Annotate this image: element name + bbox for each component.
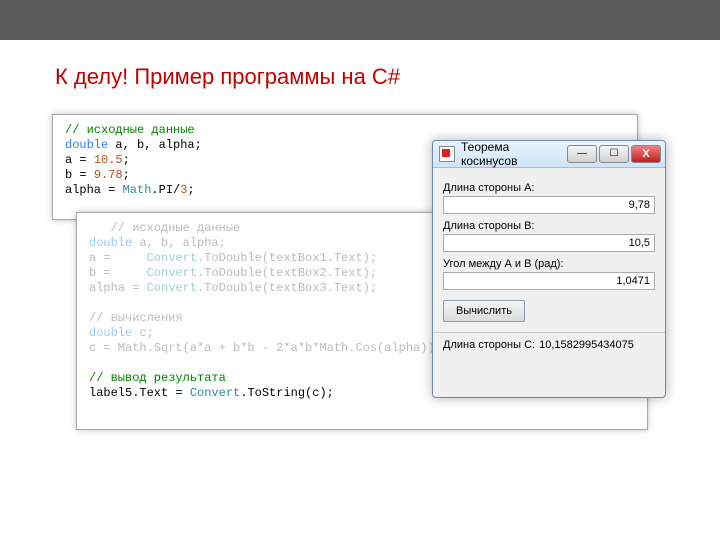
code-class: Math [123,183,152,197]
top-bar [0,0,720,40]
code-text: a = [65,153,94,167]
winform-body: Длина стороны А: Длина стороны B: Угол м… [433,168,665,361]
input-side-b[interactable] [443,234,655,252]
code-text: ; [187,183,194,197]
code-text: c = Math.Sqrt(a*a + b*b - 2*a*b*Math.Cos… [89,341,442,355]
winform-caption: Теорема косинусов [461,140,565,168]
code-text: ; [123,153,130,167]
code-keyword: double [89,326,132,340]
code-keyword: double [89,236,132,250]
code-comment: // исходные данные [89,221,240,235]
code-text: .PI/ [151,183,180,197]
code-class: Convert [147,251,197,265]
label-side-b: Длина стороны B: [443,220,655,232]
label-angle: Угол между А и В (рад): [443,258,655,270]
app-icon [439,146,455,162]
code-text: .ToString(c); [240,386,334,400]
code-class: Convert [147,266,197,280]
input-side-a[interactable] [443,196,655,214]
label-side-c: Длина стороны C: [443,339,535,351]
label-side-a: Длина стороны А: [443,182,655,194]
code-text: a = [89,251,147,265]
code-text: a, b, alpha; [132,236,226,250]
winform-titlebar: Теорема косинусов — ☐ X [433,141,665,168]
code-number: 10.5 [94,153,123,167]
winform-window: Теорема косинусов — ☐ X Длина стороны А:… [432,140,666,398]
code-text: a, b, alpha; [108,138,202,152]
close-button[interactable]: X [631,145,661,163]
value-side-c: 10,1582995434075 [539,339,634,351]
code-text: c; [132,326,154,340]
code-text: alpha = [65,183,123,197]
code-comment: // вычисления [89,311,183,325]
code-text: label5.Text = [89,386,190,400]
maximize-button[interactable]: ☐ [599,145,629,163]
input-angle[interactable] [443,272,655,290]
slide-title: К делу! Пример программы на C# [55,64,400,90]
code-comment: // исходные данные [65,123,195,137]
code-text: alpha = [89,281,147,295]
code-text: b = [89,266,147,280]
result-row: Длина стороны C: 10,1582995434075 [443,339,655,351]
code-text: .ToDouble(textBox1.Text); [197,251,377,265]
code-text: ; [123,168,130,182]
code-number: 9.78 [94,168,123,182]
calculate-button[interactable]: Вычислить [443,300,525,322]
code-keyword: double [65,138,108,152]
minimize-button[interactable]: — [567,145,597,163]
code-text: .ToDouble(textBox3.Text); [197,281,377,295]
separator [433,332,665,333]
code-comment: // вывод результата [89,371,226,385]
code-text: .ToDouble(textBox2.Text); [197,266,377,280]
code-text: b = [65,168,94,182]
code-class: Convert [147,281,197,295]
code-class: Convert [190,386,240,400]
